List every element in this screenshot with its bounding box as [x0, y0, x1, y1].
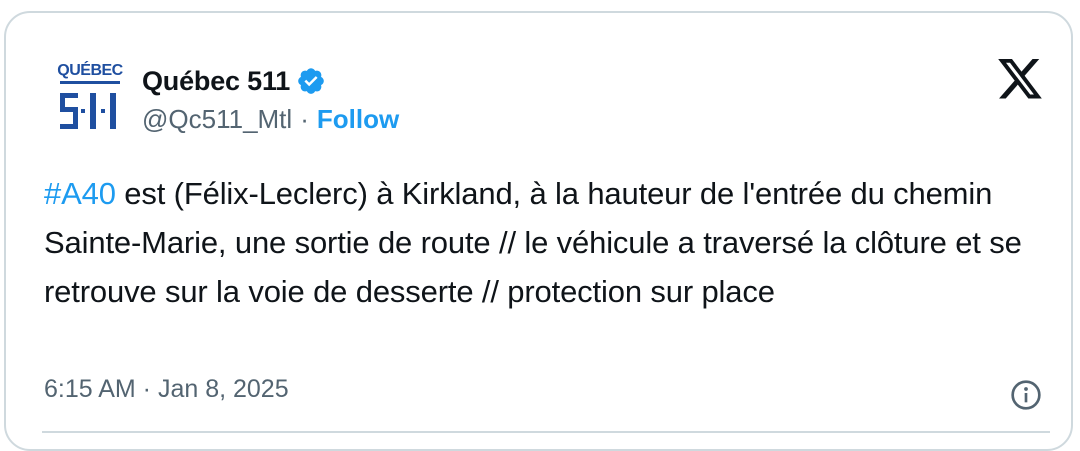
info-icon[interactable]: [1010, 379, 1042, 411]
x-logo-icon[interactable]: [998, 59, 1042, 99]
verified-badge-icon: [298, 68, 324, 94]
hashtag-link[interactable]: #A40: [44, 176, 116, 211]
avatar-511-logo: [60, 93, 116, 129]
tweet-body: est (Félix-Leclerc) à Kirkland, à la hau…: [44, 176, 1022, 309]
tweet-text: #A40 est (Félix-Leclerc) à Kirkland, à l…: [44, 169, 1054, 316]
avatar-top-text: QUÉBEC: [57, 60, 123, 79]
follow-button[interactable]: Follow: [317, 104, 399, 135]
author-name[interactable]: Québec 511: [142, 66, 290, 97]
author-name-row: Québec 511: [142, 61, 326, 101]
tweet-timestamp[interactable]: 6:15 AM · Jan 8, 2025: [44, 375, 289, 404]
avatar[interactable]: QUÉBEC: [52, 51, 128, 137]
divider: [42, 431, 1050, 433]
handle-row: @Qc511_Mtl · Follow: [142, 101, 399, 137]
author-handle[interactable]: @Qc511_Mtl: [142, 104, 292, 135]
separator-dot: ·: [300, 103, 309, 134]
tweet-card: QUÉBEC Québec 511 @Qc511_Mtl · Follow #A…: [4, 11, 1073, 451]
